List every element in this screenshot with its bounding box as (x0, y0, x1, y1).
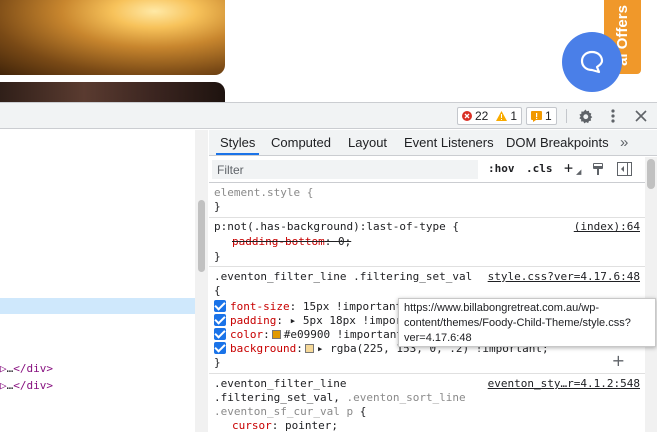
devtools-toolbar: 22 1 1 (0, 102, 657, 129)
rule-selector: .eventon_filter_line .filtering_set_val (214, 270, 473, 283)
issues-badge[interactable]: 1 (526, 107, 557, 125)
color-swatch[interactable] (271, 330, 281, 339)
tab-computed[interactable]: Computed (271, 130, 331, 155)
rule-selector-line: .eventon_sf_cur_val p { (214, 405, 367, 418)
rule-close-brace: } (214, 200, 221, 213)
tab-dom-breakpoints[interactable]: DOM Breakpoints (506, 130, 609, 155)
rule-open-brace: { (214, 284, 221, 297)
issues-count: 1 (545, 109, 552, 123)
issue-flag-icon (531, 110, 542, 122)
rule-source-link[interactable]: style.css?ver=4.17.6:48 (488, 270, 640, 284)
error-count: 22 (475, 109, 489, 123)
styles-scroll-thumb[interactable] (647, 159, 655, 189)
chat-bubble-icon (580, 50, 604, 74)
toggle-sidebar-icon[interactable] (617, 162, 632, 179)
style-rule[interactable]: p:not(.has-background):last-of-type { (i… (209, 218, 645, 267)
rule-close-brace: } (214, 250, 221, 263)
class-toggle-button[interactable]: .cls (526, 162, 553, 175)
rule-selector: .eventon_filter_line (214, 377, 347, 390)
paint-brush-icon[interactable] (591, 162, 605, 179)
color-swatch[interactable] (304, 344, 314, 353)
chat-button[interactable] (562, 32, 622, 92)
sidebar-tabs: Styles Computed Layout Event Listeners D… (209, 130, 657, 156)
rule-selector: element.style { (214, 186, 314, 199)
new-style-rule-button[interactable]: + (564, 159, 573, 177)
more-tabs-chevron-icon[interactable]: » (620, 130, 628, 155)
declaration-cursor[interactable]: cursor: pointer; (232, 419, 338, 432)
tab-styles[interactable]: Styles (216, 130, 260, 155)
rule-selector-line: .filtering_set_val, .eventon_sort_line (214, 391, 466, 404)
elements-scrollbar[interactable] (195, 130, 208, 432)
rule-source-link[interactable]: eventon_sty…r=4.1.2:548 (488, 377, 640, 391)
declaration-color[interactable]: color: #e09900 !important; (214, 328, 410, 342)
tab-event-listeners[interactable]: Event Listeners (404, 130, 494, 155)
elements-scroll-thumb[interactable] (198, 200, 205, 272)
settings-gear-icon[interactable] (576, 107, 594, 125)
rule-close-brace: } (214, 356, 221, 369)
styles-pane: Styles Computed Layout Event Listeners D… (209, 130, 657, 432)
dropdown-corner-icon: ◢ (576, 168, 582, 176)
style-rule[interactable]: .eventon_filter_line eventon_sty…r=4.1.2… (209, 374, 645, 432)
rule-source-link[interactable]: (index):64 (574, 220, 640, 234)
tooltip-line: https://www.billabongretreat.com.au/wp- (404, 302, 600, 314)
issues-counter[interactable]: 22 1 (457, 107, 523, 125)
declaration-checkbox[interactable] (214, 300, 226, 312)
sunset-image (0, 0, 225, 75)
tooltip-line: content/themes/Foody-Child-Theme/style.c… (404, 317, 631, 329)
hover-state-button[interactable]: :hov (488, 162, 515, 175)
dom-node-row[interactable]: ▷…</div> (0, 362, 53, 375)
styles-filter-input[interactable] (212, 160, 478, 179)
dom-node-row[interactable]: ▷…</div> (0, 379, 53, 392)
tab-layout[interactable]: Layout (348, 130, 387, 155)
selected-node-row[interactable] (0, 298, 195, 314)
declaration-checkbox[interactable] (214, 328, 226, 340)
declaration-checkbox[interactable] (214, 342, 226, 354)
photo-image (0, 82, 225, 102)
warning-count: 1 (510, 109, 518, 123)
more-options-icon[interactable] (604, 107, 622, 125)
elements-tree-pane[interactable]: ▷…</div> ▷…</div> (0, 130, 208, 432)
overridden-declaration[interactable]: padding-bottom: 0; (232, 235, 351, 249)
declaration-checkbox[interactable] (214, 314, 226, 326)
tooltip-line: ver=4.17.6:48 (404, 332, 472, 344)
source-url-tooltip: https://www.billabongretreat.com.au/wp- … (398, 298, 656, 347)
add-declaration-button[interactable]: + (612, 351, 625, 370)
error-icon (462, 111, 472, 121)
toolbar-divider (566, 109, 567, 123)
style-rule-element[interactable]: element.style { } (209, 184, 645, 218)
rule-selector: p:not(.has-background):last-of-type { (214, 220, 460, 233)
close-devtools-icon[interactable] (632, 107, 650, 125)
page-viewport: al Offers (0, 0, 657, 102)
styles-scrollbar[interactable] (645, 157, 657, 432)
declaration-font-size[interactable]: font-size: 15px !important; (214, 300, 409, 314)
warning-icon (496, 111, 508, 121)
styles-filter-bar: :hov .cls + ◢ (209, 157, 657, 183)
